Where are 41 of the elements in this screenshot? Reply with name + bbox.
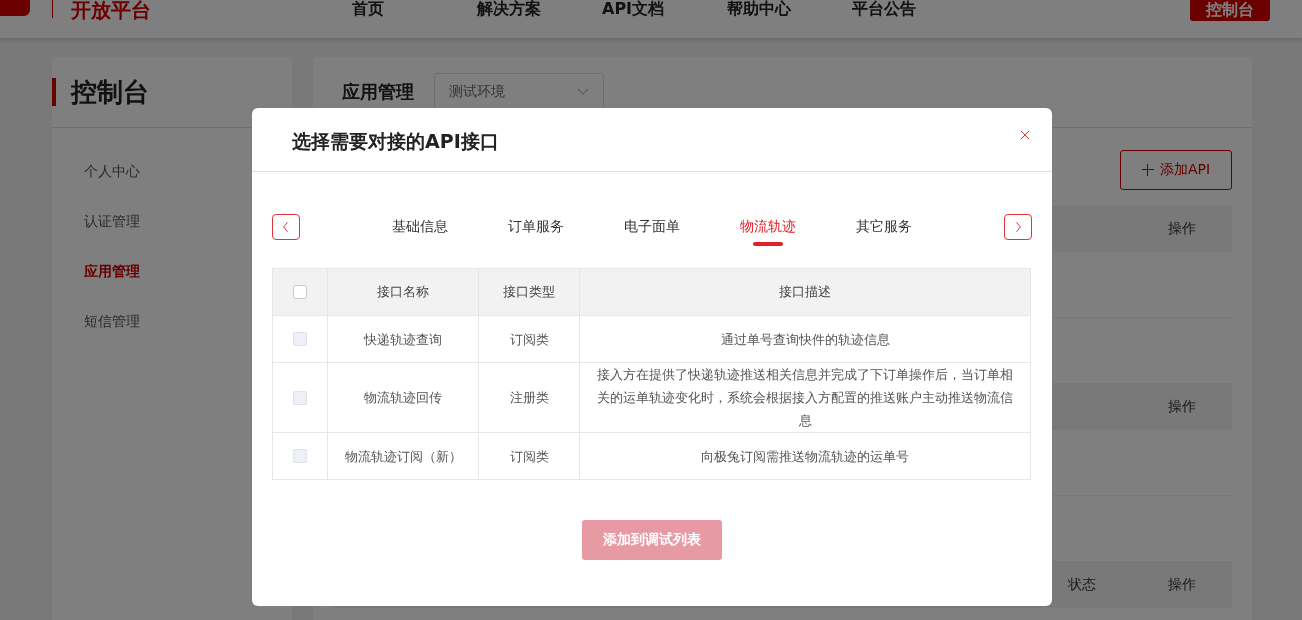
table-cell: 注册类 bbox=[478, 362, 580, 433]
chevron-left-icon bbox=[282, 221, 290, 233]
page-title: 应用管理 bbox=[342, 80, 414, 104]
nav-link[interactable]: 平台公告 bbox=[852, 0, 977, 18]
nav-link[interactable]: 解决方案 bbox=[477, 0, 602, 18]
tab[interactable]: 订单服务 bbox=[478, 214, 594, 246]
sidebar-title: 控制台 bbox=[71, 75, 149, 109]
table-cell: 订阅类 bbox=[478, 315, 580, 363]
table-cell: 通过单号查询快件的轨迹信息 bbox=[579, 315, 1031, 363]
table-cell: 物流轨迹回传 bbox=[327, 362, 479, 433]
tab[interactable]: 电子面单 bbox=[594, 214, 710, 246]
tab[interactable]: 物流轨迹 bbox=[710, 214, 826, 246]
column-header: 接口描述 bbox=[579, 268, 1031, 316]
previous-button[interactable] bbox=[272, 214, 300, 240]
close-icon[interactable] bbox=[1020, 129, 1030, 140]
column-header: 操作 bbox=[1167, 220, 1197, 238]
tab[interactable]: 其它服务 bbox=[826, 214, 942, 246]
column-header: 操作 bbox=[1167, 398, 1197, 416]
console-button[interactable]: 控制台 bbox=[1190, 0, 1270, 21]
chevron-right-icon bbox=[1014, 221, 1022, 233]
dialog-title: 选择需要对接的API接口 bbox=[292, 128, 499, 154]
table-cell: 接入方在提供了快递轨迹推送相关信息并完成了下订单操作后，当订单相关的运单轨迹变化时，系统会根据接入方配置的推送账户主动推送物流信息 bbox=[579, 362, 1031, 433]
add-api-button[interactable]: 添加API bbox=[1120, 150, 1232, 190]
table-cell: 订阅类 bbox=[478, 432, 580, 480]
nav-link[interactable]: 首页 bbox=[352, 0, 477, 18]
nav-link[interactable]: API文档 bbox=[602, 0, 727, 18]
plus-icon bbox=[1141, 164, 1154, 176]
logo-text: 开放平台 bbox=[71, 0, 151, 20]
table-cell: 向极兔订阅需推送物流轨迹的运单号 bbox=[579, 432, 1031, 480]
logo-mark-icon bbox=[0, 0, 30, 16]
table-cell: 快递轨迹查询 bbox=[327, 315, 479, 363]
tab[interactable]: 基础信息 bbox=[362, 214, 478, 246]
chevron-down-icon bbox=[577, 88, 589, 96]
column-header: 状态 bbox=[1067, 576, 1097, 594]
table-cell: 物流轨迹订阅（新） bbox=[327, 432, 479, 480]
checkbox[interactable] bbox=[293, 285, 307, 299]
column-header: 接口类型 bbox=[478, 268, 580, 316]
column-header: 操作 bbox=[1167, 576, 1197, 594]
column-header: 接口名称 bbox=[327, 268, 479, 316]
next-button[interactable] bbox=[1004, 214, 1032, 240]
nav-link[interactable]: 帮助中心 bbox=[727, 0, 852, 18]
